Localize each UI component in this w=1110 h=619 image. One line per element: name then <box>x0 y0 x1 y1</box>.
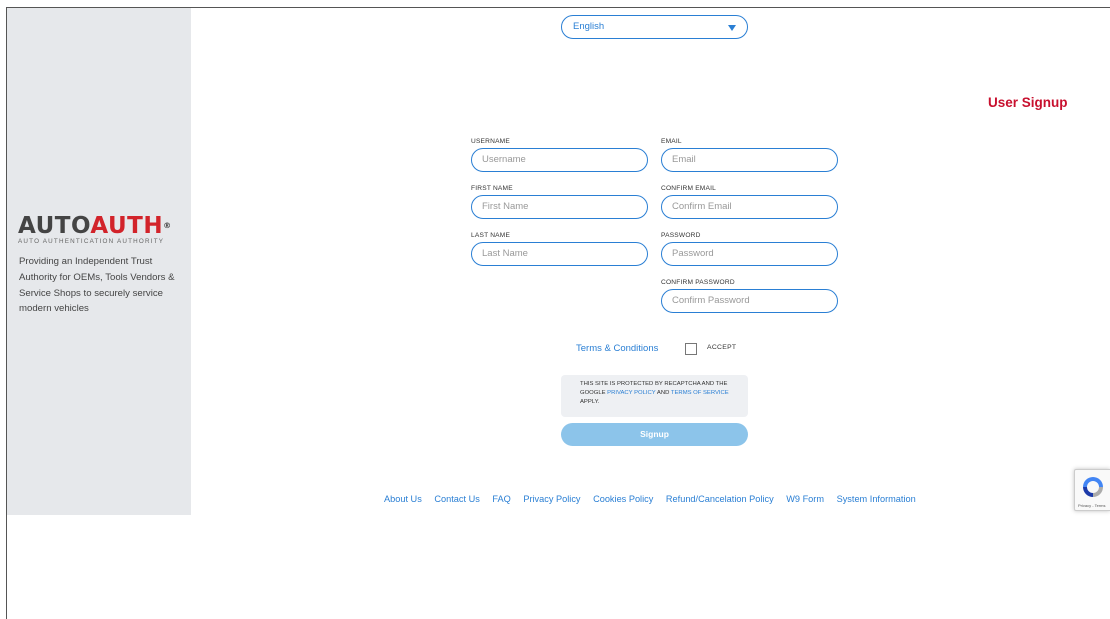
recaptcha-badge-text[interactable]: Privacy - Terms <box>1078 503 1105 508</box>
logo-subtitle: AUTO AUTHENTICATION AUTHORITY <box>18 238 165 245</box>
recaptcha-terms-link[interactable]: TERMS OF SERVICE <box>671 390 729 396</box>
accept-label: ACCEPT <box>707 344 737 351</box>
confirm-password-field: CONFIRM PASSWORD Confirm Password <box>661 277 838 313</box>
password-input[interactable]: Password <box>661 242 838 266</box>
email-label: EMAIL <box>661 138 682 145</box>
terms-link[interactable]: Terms & Conditions <box>576 343 658 354</box>
password-field: PASSWORD Password <box>661 230 838 266</box>
footer-link-refund[interactable]: Refund/Cancelation Policy <box>666 494 774 504</box>
page: AUTOAUTH® AUTO AUTHENTICATION AUTHORITY … <box>6 7 1110 619</box>
footer-link-w9[interactable]: W9 Form <box>786 494 824 504</box>
first-name-label: FIRST NAME <box>471 185 513 192</box>
first-name-field: FIRST NAME First Name <box>471 183 648 219</box>
password-label: PASSWORD <box>661 232 701 239</box>
recaptcha-icon <box>1083 477 1103 497</box>
tagline: Providing an Independent Trust Authority… <box>19 256 175 315</box>
email-input[interactable]: Email <box>661 148 838 172</box>
signup-button[interactable]: Signup <box>561 423 748 446</box>
confirm-email-label: CONFIRM EMAIL <box>661 185 716 192</box>
username-label: USERNAME <box>471 138 510 145</box>
accept-checkbox[interactable] <box>685 343 697 355</box>
email-field: EMAIL Email <box>661 136 838 172</box>
sidebar: AUTOAUTH® AUTO AUTHENTICATION AUTHORITY … <box>7 8 191 515</box>
recaptcha-badge[interactable]: Privacy - Terms <box>1074 469 1110 511</box>
page-title: User Signup <box>988 95 1068 110</box>
language-selected: English <box>573 21 605 32</box>
recaptcha-privacy-link[interactable]: PRIVACY POLICY <box>607 390 655 396</box>
last-name-field: LAST NAME Last Name <box>471 230 648 266</box>
logo-wordmark: AUTOAUTH® <box>18 213 172 239</box>
footer-link-contact[interactable]: Contact Us <box>434 494 479 504</box>
confirm-email-field: CONFIRM EMAIL Confirm Email <box>661 183 838 219</box>
footer-link-system-info[interactable]: System Information <box>837 494 916 504</box>
footer-link-cookies[interactable]: Cookies Policy <box>593 494 653 504</box>
recaptcha-notice: THIS SITE IS PROTECTED BY RECAPTCHA AND … <box>561 375 748 417</box>
footer-link-about[interactable]: About Us <box>384 494 422 504</box>
confirm-password-label: CONFIRM PASSWORD <box>661 279 735 286</box>
first-name-input[interactable]: First Name <box>471 195 648 219</box>
recaptcha-and: AND <box>655 390 671 396</box>
language-select[interactable]: English <box>561 15 748 39</box>
recaptcha-apply: APPLY. <box>580 399 600 405</box>
username-field: USERNAME Username <box>471 136 648 172</box>
last-name-input[interactable]: Last Name <box>471 242 648 266</box>
username-input[interactable]: Username <box>471 148 648 172</box>
confirm-email-input[interactable]: Confirm Email <box>661 195 838 219</box>
chevron-down-icon <box>728 25 736 31</box>
footer-link-privacy[interactable]: Privacy Policy <box>523 494 580 504</box>
confirm-password-input[interactable]: Confirm Password <box>661 289 838 313</box>
autoauth-logo: AUTOAUTH® AUTO AUTHENTICATION AUTHORITY <box>18 213 186 246</box>
footer-link-faq[interactable]: FAQ <box>492 494 510 504</box>
last-name-label: LAST NAME <box>471 232 511 239</box>
footer-links: About Us Contact Us FAQ Privacy Policy C… <box>384 494 926 504</box>
